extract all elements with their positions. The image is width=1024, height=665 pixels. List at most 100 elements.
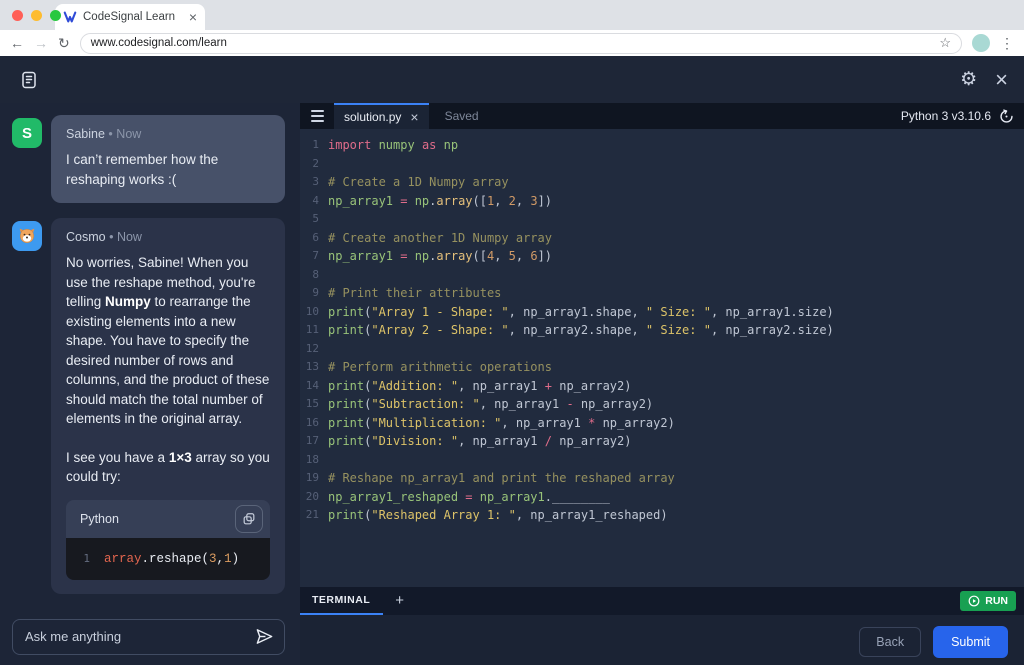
snippet-code[interactable]: 1 array.reshape(3,1) bbox=[66, 538, 270, 580]
lesson-top-bar: ⚙ × bbox=[0, 56, 1024, 103]
document-icon bbox=[19, 70, 39, 90]
code-line[interactable]: 2 bbox=[300, 155, 1024, 174]
line-number: 14 bbox=[300, 377, 328, 396]
code-line[interactable]: 17print("Division: ", np_array1 / np_arr… bbox=[300, 432, 1024, 451]
line-content: print("Reshaped Array 1: ", np_array1_re… bbox=[328, 506, 668, 525]
forward-icon[interactable]: → bbox=[34, 36, 48, 50]
code-token: "Addition: " bbox=[371, 379, 458, 393]
message-meta: Sabine • Now bbox=[66, 127, 270, 141]
copy-icon bbox=[242, 512, 256, 526]
code-line[interactable]: 12 bbox=[300, 340, 1024, 359]
code-token: print bbox=[328, 323, 364, 337]
code-editor[interactable]: 1import numpy as np23# Create a 1D Numpy… bbox=[300, 129, 1024, 587]
chat-message-cosmo: Cosmo • Now No worries, Sabine! When you… bbox=[12, 218, 285, 594]
code-line[interactable]: 5 bbox=[300, 210, 1024, 229]
line-number: 5 bbox=[300, 210, 328, 229]
screen: CodeSignal Learn × ← → ↻ www.codesignal.… bbox=[0, 0, 1024, 665]
window-minimize-button[interactable] bbox=[31, 10, 42, 21]
send-icon[interactable] bbox=[255, 627, 274, 646]
line-number: 4 bbox=[300, 192, 328, 211]
code-token: np_array1 bbox=[328, 194, 400, 208]
code-token: , bbox=[494, 194, 508, 208]
editor-tab-close-icon[interactable]: × bbox=[410, 110, 418, 124]
line-number: 18 bbox=[300, 451, 328, 470]
window-zoom-button[interactable] bbox=[50, 10, 61, 21]
refresh-icon[interactable]: ↻ bbox=[58, 36, 70, 50]
code-line[interactable]: 1import numpy as np bbox=[300, 136, 1024, 155]
line-number: 20 bbox=[300, 488, 328, 507]
message-paragraph: No worries, Sabine! When you use the res… bbox=[66, 253, 270, 429]
save-status: Saved bbox=[445, 109, 479, 123]
code-line[interactable]: 16print("Multiplication: ", np_array1 * … bbox=[300, 414, 1024, 433]
terminal-tab[interactable]: TERMINAL bbox=[300, 587, 383, 615]
back-button[interactable]: Back bbox=[859, 627, 921, 657]
code-token: , np_array1.size) bbox=[711, 305, 834, 319]
chat-code-snippet: Python 1 bbox=[66, 500, 270, 580]
submit-button[interactable]: Submit bbox=[933, 626, 1008, 658]
line-number: 15 bbox=[300, 395, 328, 414]
sabine-bubble: Sabine • Now I can’t remember how the re… bbox=[51, 115, 285, 203]
line-content: import numpy as np bbox=[328, 136, 458, 155]
message-paragraph: I see you have a 1×3 array so you could … bbox=[66, 448, 270, 487]
chat-scroll-area[interactable]: S Sabine • Now I can’t remember how the … bbox=[0, 103, 300, 609]
browser-menu-icon[interactable]: ⋮ bbox=[1000, 35, 1014, 52]
code-line[interactable]: 13# Perform arithmetic operations bbox=[300, 358, 1024, 377]
code-line[interactable]: 7np_array1 = np.array([4, 5, 6]) bbox=[300, 247, 1024, 266]
code-line[interactable]: 10print("Array 1 - Shape: ", np_array1.s… bbox=[300, 303, 1024, 322]
top-bar-actions: ⚙ × bbox=[960, 69, 1008, 91]
code-token: 3 bbox=[530, 194, 537, 208]
author-name: Sabine bbox=[66, 127, 105, 141]
code-line[interactable]: 20np_array1_reshaped = np_array1._______… bbox=[300, 488, 1024, 507]
code-line[interactable]: 18 bbox=[300, 451, 1024, 470]
line-content: np_array1 = np.array([4, 5, 6]) bbox=[328, 247, 552, 266]
editor-menu-icon[interactable] bbox=[300, 103, 334, 129]
browser-tab[interactable]: CodeSignal Learn × bbox=[55, 4, 205, 30]
code-token: , bbox=[516, 194, 530, 208]
history-reset-icon[interactable] bbox=[999, 109, 1014, 124]
chat-sidebar: S Sabine • Now I can’t remember how the … bbox=[0, 103, 300, 665]
snippet-line-number: 1 bbox=[76, 552, 90, 565]
code-token: np_array2) bbox=[603, 416, 675, 430]
run-button[interactable]: RUN bbox=[960, 591, 1016, 611]
code-line[interactable]: 14print("Addition: ", np_array1 + np_arr… bbox=[300, 377, 1024, 396]
code-line[interactable]: 6# Create another 1D Numpy array bbox=[300, 229, 1024, 248]
code-line[interactable]: 9# Print their attributes bbox=[300, 284, 1024, 303]
copy-code-button[interactable] bbox=[235, 505, 263, 533]
code-token: . bbox=[545, 490, 552, 504]
code-token: "Reshaped Array 1: " bbox=[371, 508, 516, 522]
code-token: ([ bbox=[473, 194, 487, 208]
line-number: 13 bbox=[300, 358, 328, 377]
code-token: "Array 2 - Shape: " bbox=[371, 323, 508, 337]
code-line[interactable]: 11print("Array 2 - Shape: ", np_array2.s… bbox=[300, 321, 1024, 340]
window-close-button[interactable] bbox=[12, 10, 23, 21]
code-token: array bbox=[436, 194, 472, 208]
code-line[interactable]: 21print("Reshaped Array 1: ", np_array1_… bbox=[300, 506, 1024, 525]
code-line[interactable]: 3# Create a 1D Numpy array bbox=[300, 173, 1024, 192]
add-terminal-icon[interactable]: + bbox=[395, 592, 404, 609]
code-line[interactable]: 19# Reshape np_array1 and print the resh… bbox=[300, 469, 1024, 488]
code-token: , np_array1 bbox=[458, 434, 545, 448]
editor-tab-solution[interactable]: solution.py × bbox=[334, 103, 429, 129]
line-content: print("Addition: ", np_array1 + np_array… bbox=[328, 377, 631, 396]
settings-gear-icon[interactable]: ⚙ bbox=[960, 70, 977, 89]
code-line[interactable]: 15print("Subtraction: ", np_array1 - np_… bbox=[300, 395, 1024, 414]
message-time: Now bbox=[117, 230, 142, 244]
back-icon[interactable]: ← bbox=[10, 36, 24, 50]
line-content: # Create a 1D Numpy array bbox=[328, 173, 509, 192]
chat-input[interactable] bbox=[25, 629, 247, 644]
lesson-outline-button[interactable] bbox=[16, 67, 42, 93]
message-meta: Cosmo • Now bbox=[66, 230, 270, 244]
browser-tabstrip: CodeSignal Learn × bbox=[0, 0, 1024, 30]
code-token: , np_array1.shape, bbox=[509, 305, 646, 319]
code-token: # Perform arithmetic operations bbox=[328, 360, 552, 374]
url-bar[interactable]: www.codesignal.com/learn ☆ bbox=[80, 33, 962, 54]
code-token: # Print their attributes bbox=[328, 286, 501, 300]
bookmark-star-icon[interactable]: ☆ bbox=[939, 35, 951, 51]
code-line[interactable]: 4np_array1 = np.array([1, 2, 3]) bbox=[300, 192, 1024, 211]
tab-close-icon[interactable]: × bbox=[189, 10, 197, 24]
code-token: print bbox=[328, 305, 364, 319]
close-lesson-icon[interactable]: × bbox=[995, 69, 1008, 91]
code-line[interactable]: 8 bbox=[300, 266, 1024, 285]
browser-profile-avatar[interactable] bbox=[972, 34, 990, 52]
line-content: np_array1 = np.array([1, 2, 3]) bbox=[328, 192, 552, 211]
